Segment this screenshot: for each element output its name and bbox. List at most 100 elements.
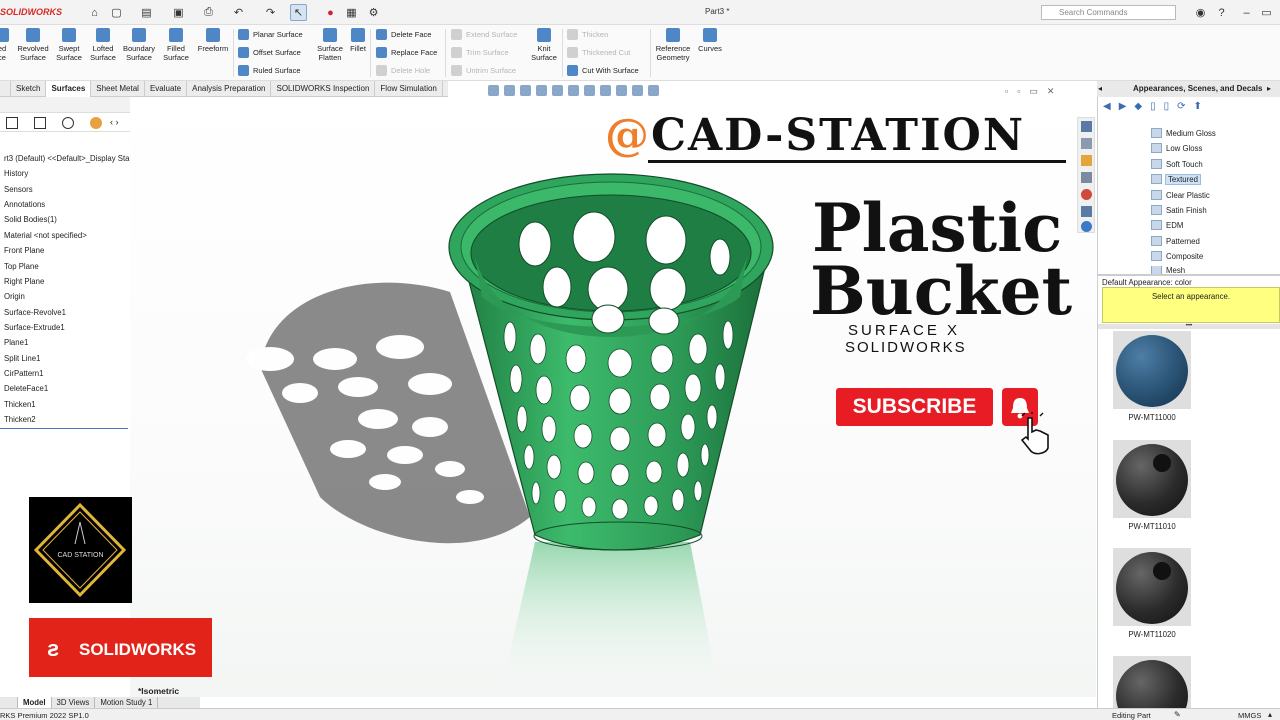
revolved-surface-button[interactable]: Revolved Surface	[15, 28, 51, 62]
appearance-folder-medium-gloss[interactable]: Medium Gloss	[1151, 128, 1216, 138]
task-pane-pin-icon[interactable]: ▸	[1267, 84, 1271, 93]
extend-surface-button[interactable]: Extend Surface	[451, 29, 517, 40]
reference-geometry-button[interactable]: Reference Geometry	[652, 28, 694, 62]
pane-splitter[interactable]	[1098, 274, 1280, 276]
tree-item-top-plane[interactable]: Top Plane	[4, 262, 39, 271]
tree-item-origin[interactable]: Origin	[4, 292, 25, 301]
restore-icon[interactable]: ▭	[1258, 4, 1275, 21]
view-orientation-icon[interactable]	[568, 85, 579, 96]
appearance-folder-patterned[interactable]: Patterned	[1151, 236, 1200, 246]
planar-surface-button[interactable]: Planar Surface	[238, 29, 303, 40]
tree-item-part-root[interactable]: rt3 (Default) <<Default>_Display Sta	[4, 154, 129, 163]
delete-hole-button[interactable]: Delete Hole	[376, 65, 430, 76]
help-icon[interactable]: ?	[1213, 4, 1230, 21]
tree-item-material[interactable]: Material <not specified>	[4, 231, 87, 240]
tab-scroll-icon[interactable]: ‹ ›	[110, 117, 119, 127]
tab-3d-views[interactable]: 3D Views	[52, 697, 96, 708]
view-settings-icon[interactable]	[648, 85, 659, 96]
feature-tree-tab-icon[interactable]	[6, 117, 18, 129]
minimize-icon[interactable]: –	[1238, 4, 1255, 21]
zoom-to-fit-icon[interactable]	[488, 85, 499, 96]
undo-icon[interactable]: ↶	[230, 4, 247, 21]
tree-item-sensors[interactable]: Sensors	[4, 185, 33, 194]
status-settings-icon[interactable]: ▴	[1268, 710, 1272, 719]
untrim-surface-button[interactable]: Untrim Surface	[451, 65, 516, 76]
appearance-swatch-1[interactable]	[1113, 331, 1191, 409]
appearance-swatch-4[interactable]	[1113, 656, 1191, 708]
appearance-folder-mesh[interactable]: Mesh	[1151, 266, 1185, 274]
ruled-surface-button[interactable]: Ruled Surface	[238, 65, 301, 76]
appearance-folder-textured[interactable]: Textured	[1151, 173, 1201, 185]
trim-surface-button[interactable]: Trim Surface	[451, 47, 509, 58]
task-pane-collapse-icon[interactable]: ◂	[1098, 84, 1102, 93]
tree-item-split-line1[interactable]: Split Line1	[4, 354, 40, 363]
filled-surface-button[interactable]: Filled Surface	[160, 28, 192, 62]
new-file-icon[interactable]: ▢	[108, 4, 125, 21]
tab-scroll-left[interactable]	[0, 697, 18, 708]
freeform-button[interactable]: Freeform	[194, 28, 232, 53]
apply-scene-icon[interactable]	[632, 85, 643, 96]
appearance-folder-satin-finish[interactable]: Satin Finish	[1151, 205, 1207, 215]
zoom-to-area-icon[interactable]	[504, 85, 515, 96]
fillet-button[interactable]: Fillet	[347, 28, 369, 53]
tab-analysis-preparation[interactable]: Analysis Preparation	[187, 81, 272, 97]
rebuild-status-icon[interactable]: ✎	[1174, 710, 1181, 719]
custom-properties-tab-icon[interactable]	[1081, 206, 1092, 217]
file-properties-icon[interactable]: ▦	[343, 4, 360, 21]
design-library-tab-icon[interactable]	[1081, 138, 1092, 149]
tab-features[interactable]	[0, 81, 11, 97]
tree-item-annotations[interactable]: Annotations	[4, 200, 45, 209]
file-explorer-tab-icon[interactable]	[1081, 155, 1092, 166]
tab-motion-study-1[interactable]: Motion Study 1	[95, 697, 159, 708]
lofted-surface-button[interactable]: Lofted Surface	[87, 28, 119, 62]
tree-item-surface-revolve1[interactable]: Surface-Revolve1	[4, 308, 66, 317]
property-manager-tab-icon[interactable]	[34, 117, 46, 129]
rebuild-icon[interactable]: ●	[322, 4, 339, 21]
view-palette-tab-icon[interactable]	[1081, 172, 1092, 183]
home-icon[interactable]: ⌂	[86, 4, 103, 21]
section-view-icon[interactable]	[536, 85, 547, 96]
tree-item-solid-bodies[interactable]: Solid Bodies(1)	[4, 215, 57, 224]
appearance-folder-soft-touch[interactable]: Soft Touch	[1151, 159, 1203, 169]
display-manager-tab-icon[interactable]	[90, 117, 102, 129]
tab-sheet-metal[interactable]: Sheet Metal	[91, 81, 145, 97]
rollback-bar[interactable]	[0, 428, 128, 429]
appearance-swatch-3[interactable]	[1113, 548, 1191, 626]
tab-model[interactable]: Model	[18, 697, 52, 708]
previous-view-icon[interactable]	[520, 85, 531, 96]
tree-item-deleteface1[interactable]: DeleteFace1	[4, 384, 48, 393]
knit-surface-button[interactable]: Knit Surface	[528, 28, 560, 62]
subscribe-button[interactable]: SUBSCRIBE	[836, 388, 993, 426]
task-pane-nav-icons[interactable]: ◀▶◆▯▯⟳⬆	[1103, 101, 1210, 112]
dynamic-annotation-icon[interactable]	[552, 85, 563, 96]
tab-flow-simulation[interactable]: Flow Simulation	[375, 81, 443, 97]
boundary-surface-button[interactable]: Boundary Surface	[120, 28, 158, 62]
search-commands-input[interactable]: Search Commands	[1041, 5, 1176, 20]
print-icon[interactable]: ⎙	[200, 4, 217, 21]
appearance-folder-low-gloss[interactable]: Low Gloss	[1151, 143, 1202, 153]
save-icon[interactable]: ▣	[170, 4, 187, 21]
cut-with-surface-button[interactable]: Cut With Surface	[567, 65, 639, 76]
viewport-window-controls[interactable]: ▫▫▭✕	[1005, 86, 1063, 97]
offset-surface-button[interactable]: Offset Surface	[238, 47, 301, 58]
delete-face-button[interactable]: Delete Face	[376, 29, 431, 40]
hide-show-items-icon[interactable]	[600, 85, 611, 96]
tree-item-history[interactable]: History	[4, 169, 28, 178]
user-icon[interactable]: ◉	[1192, 4, 1209, 21]
tree-item-right-plane[interactable]: Right Plane	[4, 277, 44, 286]
appearance-folder-clear-plastic[interactable]: Clear Plastic	[1151, 190, 1210, 200]
configuration-manager-tab-icon[interactable]	[62, 117, 74, 129]
tab-surfaces[interactable]: Surfaces	[46, 81, 92, 97]
select-arrow-icon[interactable]: ↖	[290, 4, 307, 21]
tree-item-thicken2[interactable]: Thicken2	[4, 415, 36, 424]
gear-icon[interactable]: ⚙	[365, 4, 382, 21]
appearance-swatch-2[interactable]	[1113, 440, 1191, 518]
tree-item-thicken1[interactable]: Thicken1	[4, 400, 36, 409]
tree-item-front-plane[interactable]: Front Plane	[4, 246, 44, 255]
splitter-handle[interactable]: •••	[1098, 323, 1280, 329]
tab-evaluate[interactable]: Evaluate	[145, 81, 188, 97]
tree-item-surface-extrude1[interactable]: Surface-Extrude1	[4, 323, 65, 332]
status-units[interactable]: MMGS	[1238, 711, 1261, 720]
solidworks-logo[interactable]: SOLIDWORKS	[0, 7, 62, 17]
extruded-surface-button[interactable]: edce	[0, 28, 12, 62]
